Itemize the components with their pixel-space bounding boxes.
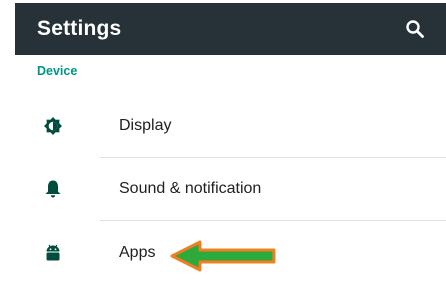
settings-item-sound-notification[interactable]: Sound & notification: [15, 158, 446, 220]
brightness-icon: [43, 116, 63, 136]
bell-icon: [43, 179, 63, 199]
settings-item-label: Display: [119, 117, 172, 134]
search-button[interactable]: [402, 16, 428, 42]
section-header-device: Device: [37, 64, 78, 78]
android-icon: [43, 243, 63, 263]
settings-screen: Settings Device Display Sound & notifica…: [0, 0, 446, 285]
divider: [100, 220, 446, 221]
page-title: Settings: [37, 17, 122, 40]
settings-item-label: Apps: [119, 244, 156, 261]
left-margin: [0, 0, 15, 285]
toolbar: Settings: [15, 3, 446, 55]
settings-item-display[interactable]: Display: [15, 95, 446, 157]
settings-item-label: Sound & notification: [119, 180, 262, 197]
annotation-arrow: [170, 240, 276, 272]
search-icon: [406, 20, 424, 38]
